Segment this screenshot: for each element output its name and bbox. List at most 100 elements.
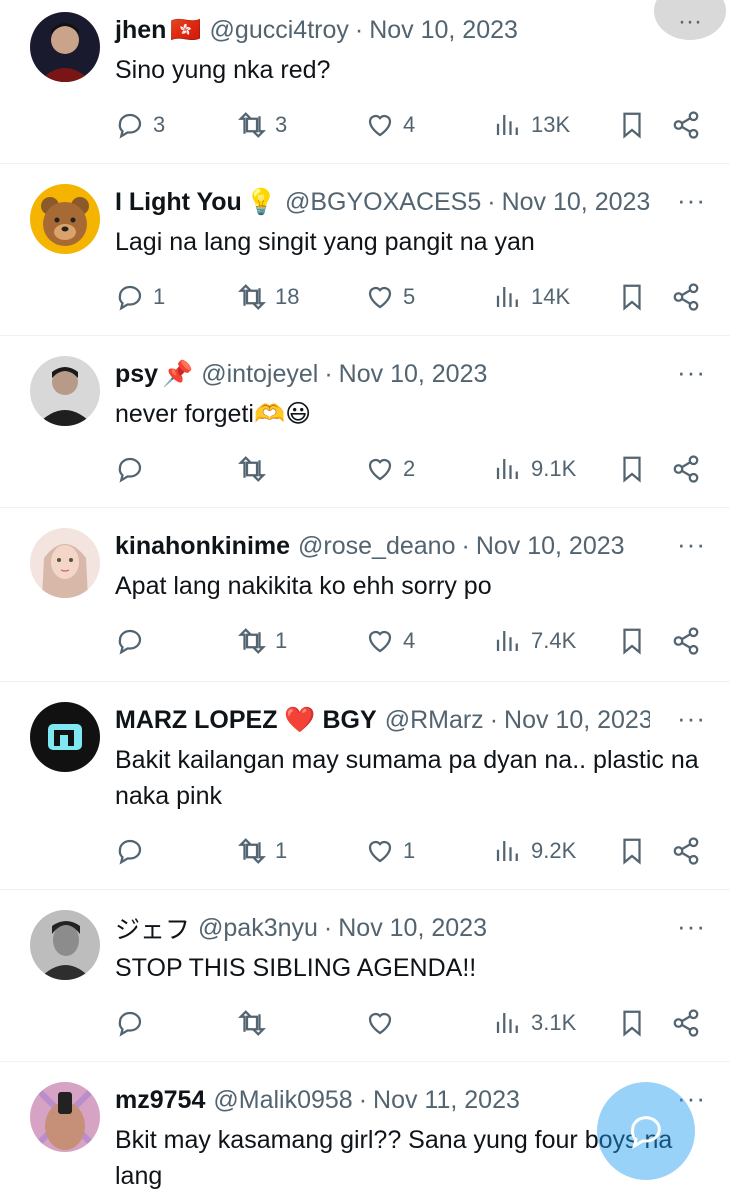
more-icon[interactable]: ··· [677,187,706,213]
like-button[interactable]: 1 [365,833,415,869]
retweet-button[interactable] [237,451,275,487]
username[interactable]: @rose_deano [298,532,455,561]
compose-button[interactable] [597,1082,695,1180]
share-button[interactable] [671,107,701,143]
more-icon[interactable]: ··· [677,531,706,557]
display-name[interactable]: jhen [115,16,166,45]
view-count: 3.1K [531,1010,577,1035]
heart-icon [368,1012,392,1035]
more-icon[interactable]: ··· [677,705,706,731]
reply-count: 3 [153,112,166,137]
like-button[interactable]: 5 [365,279,415,315]
bookmark-button[interactable] [617,623,647,659]
more-icon[interactable]: ··· [677,359,706,385]
tweet[interactable]: MARZ LOPEZ ❤️ BGY @RMarz · Nov 10, 2023 … [0,682,730,890]
reply-button[interactable]: 3 [115,107,165,143]
reply-button[interactable] [115,451,153,487]
timestamp[interactable]: Nov 10, 2023 [502,188,651,217]
tweet-text: Apat lang nakikita ko ehh sorry po [115,572,492,600]
timestamp[interactable]: Nov 10, 2023 [476,532,625,561]
more-icon: ··· [678,8,702,35]
username[interactable]: @pak3nyu [198,914,318,943]
retweet-button[interactable]: 18 [237,279,299,315]
retweet-button[interactable] [237,1005,275,1041]
like-button[interactable]: 4 [365,107,415,143]
retweet-button[interactable]: 1 [237,833,287,869]
tweet-text: never forgeti🫶😃 [115,400,312,428]
views-button[interactable]: 14K [493,279,570,315]
bookmark-button[interactable] [617,107,647,143]
display-name[interactable]: I Light You [115,188,242,217]
more-icon[interactable]: ··· [677,913,706,939]
tweet-header: kinahonkinime @rose_deano · Nov 10, 2023 [115,528,710,564]
username[interactable]: @BGYOXACES5 [285,188,481,217]
bookmark-button[interactable] [617,833,647,869]
views-button[interactable]: 3.1K [493,1005,576,1041]
views-button[interactable]: 9.2K [493,833,576,869]
username[interactable]: @RMarz [385,706,484,735]
share-button[interactable] [671,279,701,315]
avatar[interactable] [30,356,100,426]
reply-icon [118,457,142,483]
share-button[interactable] [671,451,701,487]
display-name[interactable]: ジェフ [115,910,190,946]
tweet-header: MARZ LOPEZ ❤️ BGY @RMarz · Nov 10, 2023 [115,702,650,738]
tweet[interactable]: psy 📌 @intojeyel · Nov 10, 2023 ··· neve… [0,336,730,508]
reply-icon [118,113,142,139]
avatar[interactable] [30,702,100,772]
timestamp[interactable]: Nov 10, 2023 [339,360,488,389]
separator: · [358,1085,368,1114]
bookmark-icon [623,1010,641,1037]
avatar[interactable] [30,528,100,598]
tweet[interactable]: jhen 🇭🇰 @gucci4troy · Nov 10, 2023 Sino … [0,0,730,164]
reply-icon [630,1116,661,1150]
bookmark-button[interactable] [617,1005,647,1041]
like-button[interactable] [365,1005,403,1041]
retweet-count: 1 [275,838,288,863]
retweet-button[interactable]: 3 [237,107,287,143]
timestamp[interactable]: Nov 10, 2023 [369,16,518,45]
avatar[interactable] [30,1082,100,1152]
share-button[interactable] [671,1005,701,1041]
retweet-icon [238,1010,266,1036]
timestamp[interactable]: Nov 11, 2023 [373,1086,520,1115]
username[interactable]: @gucci4troy [210,16,349,45]
separator: · [461,531,470,560]
like-button[interactable]: 2 [365,451,415,487]
username[interactable]: @Malik0958 [213,1086,352,1115]
pushpin-icon: 📌 [162,359,194,388]
tweet[interactable]: I Light You 💡 @BGYOXACES5 · Nov 10, 2023… [0,164,730,336]
retweet-button[interactable]: 1 [237,623,287,659]
bookmark-button[interactable] [617,279,647,315]
action-bar: 3 3 4 13K [115,107,715,143]
avatar[interactable] [30,12,100,82]
tweet[interactable]: ジェフ @pak3nyu · Nov 10, 2023 ··· STOP THI… [0,890,730,1062]
like-button[interactable]: 4 [365,623,415,659]
tweet[interactable]: kinahonkinime @rose_deano · Nov 10, 2023… [0,508,730,682]
views-button[interactable]: 9.1K [493,451,576,487]
timestamp[interactable]: Nov 10, 2023 [504,706,650,735]
avatar[interactable] [30,910,100,980]
display-name[interactable]: MARZ LOPEZ ❤️ BGY [115,706,377,735]
view-count: 14K [531,284,571,309]
share-button[interactable] [671,833,701,869]
share-button[interactable] [671,623,701,659]
bookmark-button[interactable] [617,451,647,487]
reply-button[interactable] [115,1005,153,1041]
reply-button[interactable]: 1 [115,279,165,315]
display-name[interactable]: mz9754 [115,1086,205,1115]
like-count: 1 [403,838,416,863]
username[interactable]: @intojeyel [201,360,318,389]
reply-button[interactable] [115,623,153,659]
avatar[interactable] [30,184,100,254]
views-icon [496,631,518,651]
display-name[interactable]: kinahonkinime [115,532,290,561]
separator: · [323,913,333,942]
timestamp[interactable]: Nov 10, 2023 [338,914,487,943]
heart-icon [368,458,392,481]
views-button[interactable]: 13K [493,107,570,143]
reply-button[interactable] [115,833,153,869]
views-button[interactable]: 7.4K [493,623,576,659]
reply-icon [118,1011,142,1037]
display-name[interactable]: psy [115,360,158,389]
